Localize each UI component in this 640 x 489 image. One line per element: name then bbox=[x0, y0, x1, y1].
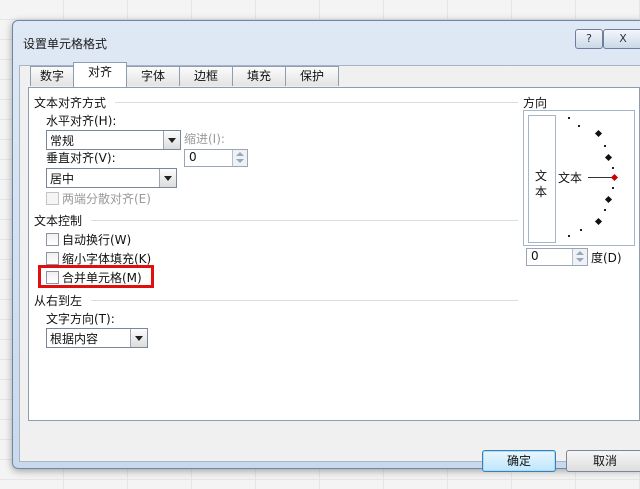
dial-dot bbox=[568, 235, 570, 237]
vertical-text-button[interactable]: 文本 bbox=[528, 115, 556, 243]
dial-dot bbox=[580, 229, 582, 231]
tab-alignment[interactable]: 对齐 bbox=[73, 62, 127, 87]
dialog-client-area: 数字 对齐 字体 边框 填充 保护 文本对齐方式 水平对齐(H): 常规 缩进(… bbox=[19, 62, 640, 472]
spinner-buttons[interactable] bbox=[232, 150, 247, 166]
shrink-to-fit-checkbox[interactable] bbox=[46, 252, 59, 265]
text-direction-select[interactable]: 根据内容 bbox=[46, 328, 148, 348]
horizontal-align-label: 水平对齐(H): bbox=[46, 114, 117, 128]
wrap-text-label[interactable]: 自动换行(W) bbox=[62, 231, 131, 248]
dial-dot bbox=[568, 117, 570, 119]
chevron-down-icon[interactable] bbox=[130, 329, 147, 347]
degrees-spinner[interactable]: 0 bbox=[526, 248, 588, 266]
dial-dot bbox=[578, 125, 580, 127]
spinner-down-icon[interactable] bbox=[576, 258, 584, 262]
dial-dot bbox=[612, 187, 614, 189]
dialog-titlebar: 设置单元格格式 ? X bbox=[13, 21, 640, 53]
justify-distributed-checkbox bbox=[46, 192, 59, 205]
dial-dot bbox=[604, 209, 606, 211]
chevron-down-icon[interactable] bbox=[159, 169, 176, 187]
degrees-value: 0 bbox=[531, 249, 539, 263]
tab-border[interactable]: 边框 bbox=[179, 66, 233, 86]
indent-value: 0 bbox=[189, 150, 197, 164]
spinner-buttons[interactable] bbox=[572, 249, 587, 265]
tab-font[interactable]: 字体 bbox=[126, 66, 180, 86]
dial-diamond[interactable] bbox=[604, 195, 613, 204]
orientation-title: 方向 bbox=[523, 96, 548, 110]
red-highlight-box bbox=[38, 265, 154, 288]
vertical-align-label: 垂直对齐(V): bbox=[46, 151, 116, 165]
vertical-text-label: 文本 bbox=[535, 169, 548, 199]
orientation-box: 文本 文本 bbox=[523, 110, 635, 246]
vertical-align-value: 居中 bbox=[50, 172, 75, 186]
indent-label: 缩进(I): bbox=[184, 132, 225, 146]
cancel-button[interactable]: 取消 bbox=[566, 450, 640, 472]
chevron-down-icon[interactable] bbox=[163, 131, 180, 149]
spinner-down-icon[interactable] bbox=[236, 159, 244, 163]
tab-fill[interactable]: 填充 bbox=[232, 66, 286, 86]
dial-diamond[interactable] bbox=[594, 129, 603, 138]
alignment-panel: 文本对齐方式 水平对齐(H): 常规 缩进(I): 0 垂直对齐(V): 居中 bbox=[28, 87, 640, 421]
tab-protection[interactable]: 保护 bbox=[285, 66, 339, 86]
spinner-up-icon[interactable] bbox=[576, 251, 584, 255]
indent-spinner[interactable]: 0 bbox=[184, 149, 248, 167]
justify-distributed-label: 两端分散对齐(E) bbox=[62, 192, 151, 206]
degrees-label: 度(D) bbox=[591, 251, 622, 265]
right-to-left-title: 从右到左 bbox=[34, 294, 83, 308]
tab-number[interactable]: 数字 bbox=[30, 66, 74, 86]
text-control-title: 文本控制 bbox=[34, 214, 83, 228]
dial-diamond[interactable] bbox=[604, 153, 613, 162]
format-cells-dialog: 设置单元格格式 ? X 数字 对齐 字体 边框 填充 保护 文本对齐方式 水平对… bbox=[12, 20, 640, 472]
close-button[interactable]: X bbox=[603, 29, 640, 49]
text-alignment-title: 文本对齐方式 bbox=[34, 96, 107, 110]
separator bbox=[91, 300, 518, 301]
dial-dot bbox=[604, 145, 606, 147]
dialog-title: 设置单元格格式 bbox=[23, 37, 108, 51]
dial-diamond[interactable] bbox=[594, 217, 603, 226]
separator bbox=[91, 220, 518, 221]
help-button[interactable]: ? bbox=[575, 29, 603, 49]
vertical-align-select[interactable]: 居中 bbox=[46, 168, 177, 188]
wrap-text-checkbox[interactable] bbox=[46, 233, 59, 246]
text-direction-value: 根据内容 bbox=[50, 332, 99, 346]
orientation-text-label: 文本 bbox=[558, 171, 583, 185]
horizontal-align-select[interactable]: 常规 bbox=[46, 130, 181, 150]
dial-pointer[interactable] bbox=[610, 173, 619, 182]
spinner-up-icon[interactable] bbox=[236, 152, 244, 156]
ok-button[interactable]: 确定 bbox=[482, 450, 556, 472]
separator bbox=[115, 102, 518, 103]
orientation-needle bbox=[588, 177, 612, 178]
text-direction-label: 文字方向(T): bbox=[46, 312, 115, 326]
horizontal-align-value: 常规 bbox=[50, 134, 75, 148]
dial-dot bbox=[612, 167, 614, 169]
